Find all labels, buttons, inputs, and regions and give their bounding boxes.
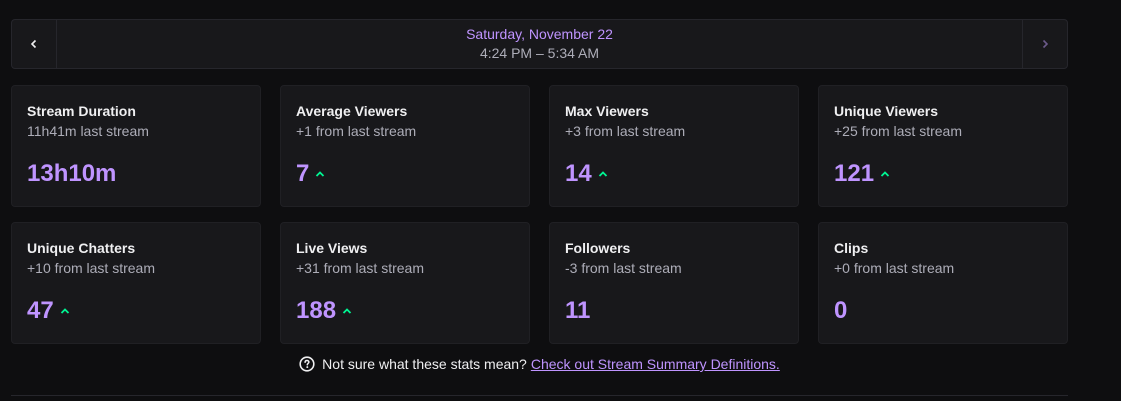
stat-value: 0 [834, 297, 848, 324]
stat-card-live-views: Live Views +31 from last stream 188 [280, 222, 530, 344]
stat-title: Followers [565, 240, 631, 256]
help-text: Not sure what these stats mean? [322, 356, 527, 372]
help-circle-icon [299, 356, 315, 372]
stat-title: Average Viewers [296, 103, 408, 119]
trend-up-icon [598, 170, 608, 178]
stream-summary: Saturday, November 22 4:24 PM – 5:34 AM … [11, 19, 1068, 344]
chevron-right-icon [1040, 39, 1050, 49]
stats-help-footer: Not sure what these stats mean? Check ou… [0, 356, 1079, 372]
stat-title: Unique Viewers [834, 103, 939, 119]
stats-grid: Stream Duration 11h41m last stream 13h10… [11, 85, 1068, 344]
stat-card-max-viewers: Max Viewers +3 from last stream 14 [549, 85, 799, 207]
divider [11, 395, 1068, 396]
stream-time-range: 4:24 PM – 5:34 AM [479, 45, 600, 61]
stream-date-title: Saturday, November 22 [466, 26, 613, 42]
stat-title: Live Views [296, 240, 368, 256]
stat-value: 14 [565, 160, 592, 187]
trend-up-icon [60, 307, 70, 315]
stat-title: Stream Duration [27, 103, 136, 119]
stream-date: Saturday, November 22 4:24 PM – 5:34 AM [57, 20, 1022, 68]
stat-comparison: -3 from last stream [565, 260, 682, 276]
stat-title: Clips [834, 240, 869, 256]
trend-up-icon [342, 307, 352, 315]
stat-comparison: +0 from last stream [834, 260, 955, 276]
trend-up-icon [880, 170, 890, 178]
date-navigator: Saturday, November 22 4:24 PM – 5:34 AM [11, 19, 1068, 69]
stat-card-followers: Followers -3 from last stream 11 [549, 222, 799, 344]
stat-card-unique-chatters: Unique Chatters +10 from last stream 47 [11, 222, 261, 344]
trend-up-icon [315, 170, 325, 178]
stat-comparison: +10 from last stream [27, 260, 155, 276]
stat-value: 121 [834, 160, 875, 187]
stat-comparison: +1 from last stream [296, 123, 417, 139]
stat-title: Max Viewers [565, 103, 649, 119]
stat-comparison: +25 from last stream [834, 123, 962, 139]
next-stream-button[interactable] [1022, 20, 1067, 68]
stat-title: Unique Chatters [27, 240, 136, 256]
stat-comparison: 11h41m last stream [27, 123, 149, 139]
stat-card-clips: Clips +0 from last stream 0 [818, 222, 1068, 344]
stream-summary-definitions-link[interactable]: Check out Stream Summary Definitions. [531, 356, 780, 372]
stat-card-stream-duration: Stream Duration 11h41m last stream 13h10… [11, 85, 261, 207]
stat-value: 7 [296, 160, 310, 187]
stat-comparison: +3 from last stream [565, 123, 686, 139]
stat-value: 13h10m [27, 160, 117, 187]
stat-value: 47 [27, 297, 54, 324]
stat-value: 188 [296, 297, 337, 324]
stat-card-unique-viewers: Unique Viewers +25 from last stream 121 [818, 85, 1068, 207]
stat-comparison: +31 from last stream [296, 260, 424, 276]
stat-card-average-viewers: Average Viewers +1 from last stream 7 [280, 85, 530, 207]
chevron-left-icon [29, 39, 39, 49]
previous-stream-button[interactable] [12, 20, 57, 68]
stat-value: 11 [565, 297, 591, 324]
